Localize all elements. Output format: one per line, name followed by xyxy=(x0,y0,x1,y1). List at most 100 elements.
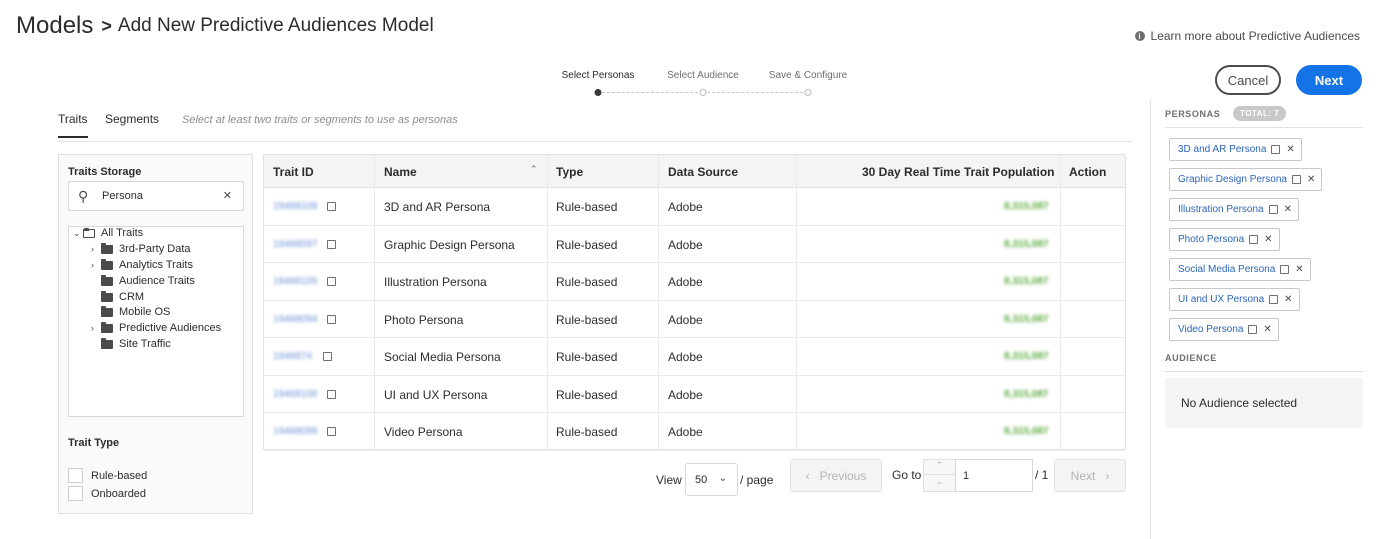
persona-chip[interactable]: Video Persona ✕ xyxy=(1169,318,1279,341)
tree-node-site-traffic[interactable]: Site Traffic xyxy=(91,337,171,350)
tab-segments[interactable]: Segments xyxy=(105,112,159,136)
info-icon: i xyxy=(1134,31,1145,41)
filter-onboarded[interactable]: Onboarded xyxy=(68,486,146,501)
persona-chip-label[interactable]: Video Persona xyxy=(1178,324,1243,335)
copy-icon[interactable] xyxy=(1280,265,1290,274)
copy-icon[interactable] xyxy=(1268,205,1278,214)
copy-icon[interactable] xyxy=(327,314,336,324)
chevron-right-icon[interactable]: › xyxy=(91,260,101,270)
persona-chip-label[interactable]: 3D and AR Persona xyxy=(1178,144,1266,155)
page-size-select[interactable]: 50 ⌄ xyxy=(685,463,738,496)
persona-chip-label[interactable]: Illustration Persona xyxy=(1178,204,1264,215)
cell-type: Rule-based xyxy=(556,200,618,214)
trait-id-link[interactable]: 19468106 xyxy=(273,389,318,400)
remove-chip-icon[interactable]: ✕ xyxy=(1264,234,1272,245)
remove-chip-icon[interactable]: ✕ xyxy=(1307,174,1315,185)
table-row[interactable]: 19468106 UI and UX Persona Rule-based Adobe… xyxy=(264,376,1125,413)
table-header: Trait ID Name ⌃ Type Data Source 30 Day … xyxy=(264,155,1125,188)
column-header-type[interactable]: Type xyxy=(556,165,583,179)
copy-icon[interactable] xyxy=(1269,295,1279,304)
column-header-trait-id[interactable]: Trait ID xyxy=(273,165,314,179)
persona-chip[interactable]: Social Media Persona ✕ xyxy=(1169,258,1311,281)
chevron-right-icon[interactable]: › xyxy=(91,323,101,333)
copy-icon[interactable] xyxy=(1248,325,1258,334)
tree-node-3rd-party-data[interactable]: › 3rd-Party Data xyxy=(91,242,191,255)
table-row[interactable]: 19468094 Photo Persona Rule-based Adobe 8,31… xyxy=(264,301,1125,338)
cell-population: 8,315,087 xyxy=(1004,426,1049,437)
copy-icon[interactable] xyxy=(323,352,332,361)
trait-id-link[interactable]: 1946874 xyxy=(273,351,312,362)
remove-chip-icon[interactable]: ✕ xyxy=(1286,144,1294,155)
tree-node-label: Audience Traits xyxy=(119,275,195,287)
persona-chip-label[interactable]: Graphic Design Persona xyxy=(1178,174,1287,185)
stepper-down-icon[interactable]: ⌄ xyxy=(924,476,955,491)
copy-icon[interactable] xyxy=(327,239,336,249)
folder-icon xyxy=(101,305,113,317)
tree-node-crm[interactable]: CRM xyxy=(91,290,144,303)
persona-chip[interactable]: Illustration Persona ✕ xyxy=(1169,198,1299,221)
cell-population: 8,315,087 xyxy=(1004,313,1049,325)
step-connector xyxy=(707,92,808,93)
table-row[interactable]: 19468109 3D and AR Persona Rule-based Adobe… xyxy=(264,188,1125,226)
copy-icon[interactable] xyxy=(1249,235,1259,244)
checkbox[interactable] xyxy=(68,468,83,483)
trait-id-link[interactable]: 19468097 xyxy=(273,239,318,250)
tab-traits[interactable]: Traits xyxy=(58,112,88,138)
copy-icon[interactable] xyxy=(1291,175,1301,184)
copy-icon[interactable] xyxy=(327,277,336,286)
page-size-value: 50 xyxy=(695,474,708,486)
column-header-data-source[interactable]: Data Source xyxy=(668,165,738,179)
table-row[interactable]: 19468097 Graphic Design Persona Rule-based… xyxy=(264,226,1125,263)
persona-chip-label[interactable]: Social Media Persona xyxy=(1178,264,1275,275)
persona-chip-label[interactable]: UI and UX Persona xyxy=(1178,294,1264,305)
cell-name: 3D and AR Persona xyxy=(384,200,491,214)
trait-id-link[interactable]: 19468109 xyxy=(273,201,318,212)
trait-search-input[interactable]: ⚲ Persona ✕ xyxy=(68,181,244,211)
stepper-up-icon[interactable]: ⌃ xyxy=(924,460,955,475)
tree-node-mobile-os[interactable]: Mobile OS xyxy=(91,305,170,318)
cancel-button[interactable]: Cancel xyxy=(1215,65,1281,95)
trait-id-link[interactable]: 19468099 xyxy=(273,426,318,437)
persona-chip[interactable]: Photo Persona ✕ xyxy=(1169,228,1280,251)
column-header-population[interactable]: 30 Day Real Time Trait Population xyxy=(862,165,1055,179)
tree-node-all-traits[interactable]: ⌄ All Traits xyxy=(73,227,143,239)
persona-chip-label[interactable]: Photo Persona xyxy=(1178,234,1244,245)
trait-id-link[interactable]: 19468105 xyxy=(273,276,318,287)
remove-chip-icon[interactable]: ✕ xyxy=(1263,324,1271,335)
copy-icon[interactable] xyxy=(327,202,336,211)
column-header-name[interactable]: Name xyxy=(384,165,417,179)
chevron-down-icon[interactable]: ⌄ xyxy=(73,228,83,239)
page-title: Add New Predictive Audiences Model xyxy=(117,15,434,36)
persona-chip[interactable]: 3D and AR Persona ✕ xyxy=(1169,138,1302,161)
goto-page-input[interactable]: 1 xyxy=(955,459,1033,492)
remove-chip-icon[interactable]: ✕ xyxy=(1295,264,1303,275)
tree-node-label: 3rd-Party Data xyxy=(119,243,191,255)
tree-node-audience-traits[interactable]: Audience Traits xyxy=(91,274,195,287)
tree-node-predictive-audiences[interactable]: › Predictive Audiences xyxy=(91,321,221,334)
persona-chip[interactable]: UI and UX Persona ✕ xyxy=(1169,288,1300,311)
next-button[interactable]: Next xyxy=(1296,65,1362,95)
learn-more-link[interactable]: i Learn more about Predictive Audiences xyxy=(1134,29,1360,43)
tree-node-analytics-traits[interactable]: › Analytics Traits xyxy=(91,258,193,271)
copy-icon[interactable] xyxy=(327,389,336,399)
checkbox[interactable] xyxy=(68,486,83,501)
trait-id-link[interactable]: 19468094 xyxy=(273,314,318,325)
remove-chip-icon[interactable]: ✕ xyxy=(1284,204,1292,215)
page-stepper[interactable]: ⌃ ⌄ xyxy=(923,459,956,492)
copy-icon[interactable] xyxy=(327,427,336,436)
filter-rule-based[interactable]: Rule-based xyxy=(68,468,147,483)
table-row[interactable]: 19468099 Video Persona Rule-based Adobe 8,31… xyxy=(264,413,1125,451)
remove-chip-icon[interactable]: ✕ xyxy=(1284,294,1292,305)
breadcrumb-models-link[interactable]: Models xyxy=(16,12,93,40)
persona-chip[interactable]: Graphic Design Persona ✕ xyxy=(1169,168,1323,191)
clear-search-icon[interactable]: ✕ xyxy=(223,189,232,202)
previous-page-button[interactable]: ‹ Previous xyxy=(790,459,882,492)
sort-icon[interactable]: ⌃ xyxy=(530,164,538,175)
table-row[interactable]: 1946874 Social Media Persona Rule-based Ado… xyxy=(264,338,1125,376)
cell-source: Adobe xyxy=(668,237,703,252)
table-row[interactable]: 19468105 Illustration Persona Rule-based Ad… xyxy=(264,263,1125,301)
copy-icon[interactable] xyxy=(1271,145,1281,154)
cell-source: Adobe xyxy=(668,350,703,364)
next-page-button[interactable]: Next › xyxy=(1054,459,1126,492)
chevron-right-icon[interactable]: › xyxy=(91,244,101,254)
